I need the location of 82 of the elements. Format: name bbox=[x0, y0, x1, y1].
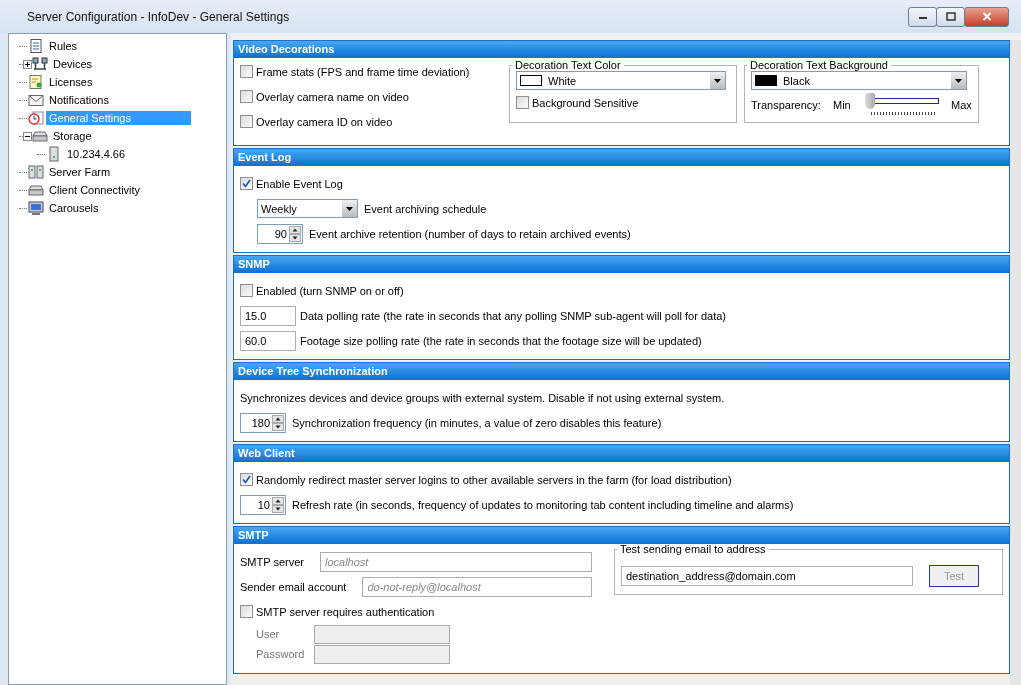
spin-buttons[interactable] bbox=[272, 496, 284, 513]
minimize-button[interactable] bbox=[908, 6, 937, 27]
field-label: Event archiving schedule bbox=[364, 202, 487, 215]
drive-icon bbox=[28, 182, 44, 198]
maximize-button[interactable] bbox=[936, 6, 965, 27]
maximize-icon bbox=[945, 12, 956, 21]
checkbox[interactable]: Overlay camera name on video bbox=[240, 90, 409, 103]
window-title: Server Configuration - InfoDev - General Settings bbox=[27, 9, 291, 24]
network-icon bbox=[32, 56, 48, 72]
tree-item[interactable]: Client Connectivity bbox=[46, 183, 144, 197]
field-label: Footage size polling rate (the rate in seconds that the footage size will be updated) bbox=[300, 334, 702, 347]
tree-item[interactable]: Notifications bbox=[46, 93, 112, 107]
checkbox[interactable]: Background Sensitive bbox=[516, 96, 639, 109]
group-title: Decoration Text Background bbox=[749, 59, 889, 71]
tree-item[interactable]: Storage bbox=[50, 129, 95, 143]
check-icon bbox=[242, 179, 251, 188]
field-label: Synchronization frequency (in minutes, a value of zero disables this feature) bbox=[292, 416, 662, 429]
text-field[interactable]: 15.0 bbox=[240, 305, 296, 326]
field-label: Event archive retention (number of days to retain archived events) bbox=[309, 227, 631, 240]
field-label: Sender email account bbox=[240, 580, 347, 593]
spin-buttons[interactable] bbox=[289, 225, 301, 242]
checkbox[interactable]: Enable Event Log bbox=[240, 177, 343, 190]
collapse-icon[interactable] bbox=[23, 131, 32, 141]
text-field[interactable] bbox=[314, 644, 450, 664]
caret-icon[interactable] bbox=[710, 72, 725, 89]
certificate-icon bbox=[28, 74, 44, 90]
spin-buttons[interactable] bbox=[272, 414, 284, 431]
section-header: Device Tree Synchronization bbox=[234, 363, 1009, 380]
slider-label: Transparency: bbox=[751, 98, 822, 111]
field-label: Data polling rate (the rate in seconds that any polling SNMP sub-agent will poll for data) bbox=[300, 309, 726, 322]
field-label: User bbox=[256, 628, 281, 640]
checkbox[interactable]: Randomly redirect master server logins to other available servers in the farm (for load distribution) bbox=[240, 473, 732, 486]
field-label: SMTP server bbox=[240, 555, 304, 568]
section-header: Video Decorations bbox=[234, 41, 1009, 58]
checkbox[interactable]: Frame stats (FPS and frame time deviation) bbox=[240, 65, 470, 78]
checkbox[interactable]: Enabled (turn SNMP on or off) bbox=[240, 284, 404, 297]
scrollbar-track[interactable] bbox=[1010, 40, 1021, 685]
drive-icon bbox=[32, 128, 48, 144]
monitor-icon bbox=[28, 200, 44, 216]
tree-item[interactable]: 10.234.4.66 bbox=[64, 147, 129, 161]
dropdown[interactable]: Black bbox=[751, 71, 967, 90]
dropdown[interactable]: White bbox=[516, 71, 726, 90]
tree-item[interactable]: Server Farm bbox=[46, 165, 114, 179]
number-spinner[interactable]: 10 bbox=[240, 494, 286, 515]
text-field[interactable]: 60.0 bbox=[240, 330, 296, 351]
servers-icon bbox=[28, 164, 44, 180]
tree-item[interactable]: Carousels bbox=[46, 201, 102, 215]
field-label: Refresh rate (in seconds, frequency of updates to monitoring tab content including timeline and alarms) bbox=[292, 498, 794, 511]
tree-item[interactable]: Devices bbox=[50, 57, 96, 71]
slider-min-label: Min bbox=[833, 98, 852, 111]
server-icon bbox=[46, 146, 62, 162]
document-icon bbox=[28, 38, 44, 54]
section-header: Web Client bbox=[234, 445, 1009, 462]
caret-icon[interactable] bbox=[951, 72, 966, 89]
clock-icon bbox=[28, 110, 44, 126]
section-header: SMTP bbox=[234, 527, 1009, 544]
description-text: Synchronizes devices and device groups with external system. Disable if not using external system. bbox=[240, 391, 725, 404]
checkbox[interactable]: Overlay camera ID on video bbox=[240, 115, 393, 128]
text-field[interactable] bbox=[314, 624, 450, 644]
check-icon bbox=[242, 475, 251, 484]
dropdown[interactable]: Weekly bbox=[257, 199, 358, 218]
group-title: Decoration Text Color bbox=[514, 59, 622, 71]
caret-icon[interactable] bbox=[342, 200, 357, 217]
slider-thumb[interactable] bbox=[865, 92, 875, 109]
transparency-slider[interactable] bbox=[865, 92, 941, 117]
checkbox[interactable]: SMTP server requires authentication bbox=[240, 605, 435, 618]
text-field[interactable]: localhost bbox=[320, 551, 592, 572]
envelope-icon bbox=[28, 92, 44, 108]
number-spinner[interactable]: 90 bbox=[257, 223, 303, 244]
close-button[interactable] bbox=[964, 6, 1009, 27]
text-field[interactable]: do-not-reply@localhost bbox=[362, 576, 592, 597]
field-label: Password bbox=[256, 648, 306, 660]
section-header: SNMP bbox=[234, 256, 1009, 273]
number-spinner[interactable]: 180 bbox=[240, 412, 286, 433]
expand-icon[interactable] bbox=[23, 59, 32, 69]
tree-item[interactable]: Rules bbox=[46, 39, 81, 53]
tree-item[interactable]: Licenses bbox=[46, 75, 96, 89]
slider-max-label: Max bbox=[951, 98, 972, 111]
close-icon bbox=[981, 12, 992, 21]
text-field[interactable]: destination_address@domain.com bbox=[621, 566, 913, 586]
section-header: Event Log bbox=[234, 149, 1009, 166]
group-title: Test sending email to address bbox=[619, 543, 767, 555]
